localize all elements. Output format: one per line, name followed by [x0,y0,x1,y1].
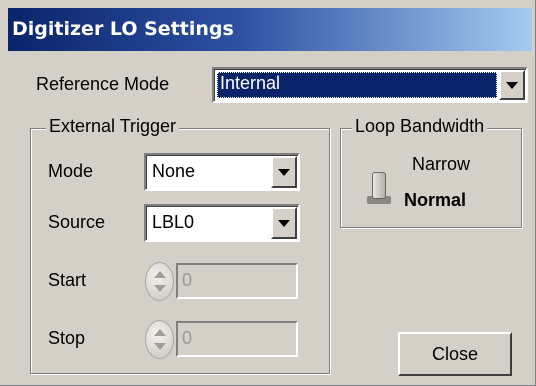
mode-label: Mode [48,161,94,181]
increment-arrow-icon[interactable] [154,271,166,278]
stop-value: 0 [182,328,193,348]
start-input[interactable]: 0 [176,263,298,299]
external-trigger-legend: External Trigger [46,116,180,137]
stop-input[interactable]: 0 [176,321,298,357]
window-title: Digitizer LO Settings [12,18,234,40]
source-value: LBL0 [152,212,195,232]
normal-option-label: Normal [404,190,467,210]
start-spinner[interactable] [145,262,174,301]
start-label: Start [48,270,87,290]
chevron-down-icon[interactable] [271,207,297,239]
start-value: 0 [182,270,193,290]
close-button[interactable]: Close [398,332,512,376]
reference-mode-label: Reference Mode [36,74,170,94]
source-select[interactable]: LBL0 [144,204,300,242]
decrement-arrow-icon[interactable] [154,285,166,292]
dialog-window: Digitizer LO Settings Reference Mode Int… [0,0,536,386]
increment-arrow-icon[interactable] [154,329,166,336]
decrement-arrow-icon[interactable] [154,343,166,350]
reference-mode-value: Internal [220,73,281,93]
chevron-down-icon[interactable] [499,70,525,100]
stop-spinner[interactable] [145,320,174,359]
mode-select[interactable]: None [144,153,300,191]
source-label: Source [48,212,106,232]
stop-label: Stop [48,328,86,348]
chevron-down-icon[interactable] [271,156,297,188]
loop-bandwidth-group [340,128,522,228]
reference-mode-select[interactable]: Internal [212,67,528,103]
title-bar[interactable]: Digitizer LO Settings [8,8,532,51]
narrow-option-label: Narrow [412,154,471,174]
loop-bandwidth-toggle[interactable] [372,172,386,199]
loop-bandwidth-legend: Loop Bandwidth [352,116,488,137]
mode-value: None [152,161,196,181]
